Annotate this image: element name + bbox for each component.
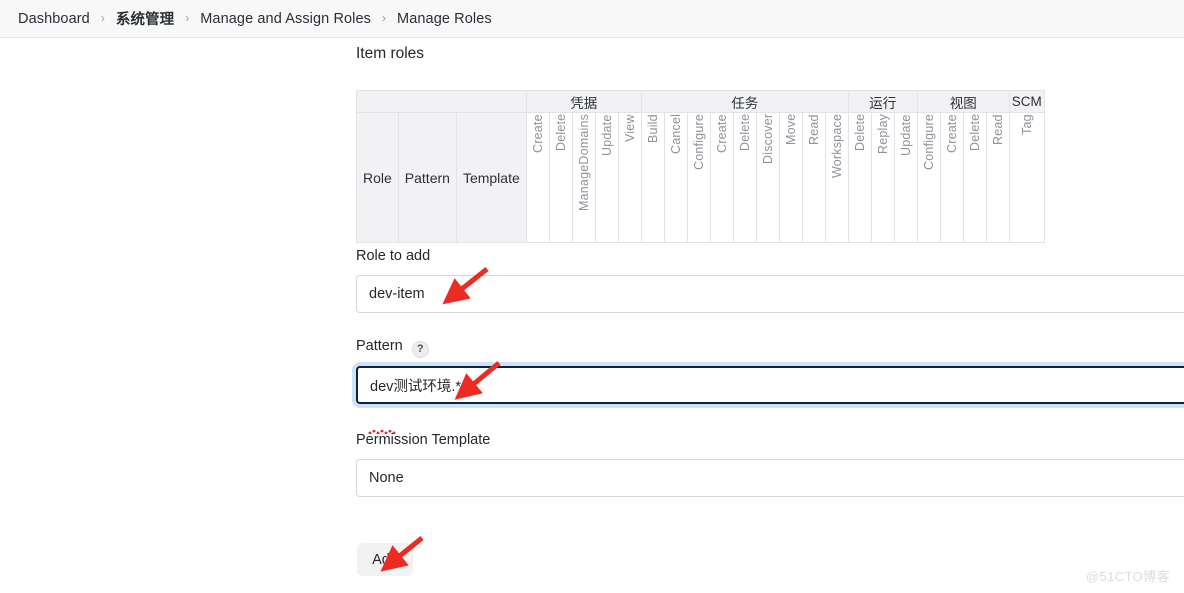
matrix-col-discover-10: Discover bbox=[755, 112, 780, 243]
matrix-column-header-row: Role Pattern Template Create Delete ManageDom… bbox=[356, 112, 1045, 243]
breadcrumb-item-dashboard[interactable]: Dashboard bbox=[18, 11, 90, 27]
matrix-col-label: Create bbox=[530, 114, 545, 153]
item-roles-matrix-table: 凭据 任务 运行 视图 SCM Role Pattern Template Create Del… bbox=[356, 90, 1045, 243]
matrix-col-delete-19: Delete bbox=[962, 112, 987, 243]
matrix-col-replay-15: Replay bbox=[870, 112, 895, 243]
matrix-col-managedomains-2: ManageDomains bbox=[571, 112, 596, 243]
matrix-col-tag-21: Tag bbox=[1008, 112, 1045, 243]
matrix-col-label: Tag bbox=[1019, 114, 1034, 135]
matrix-col-update-3: Update bbox=[594, 112, 619, 243]
matrix-col-pattern: Pattern bbox=[397, 112, 457, 243]
pattern-label-text: Pattern bbox=[356, 338, 403, 354]
breadcrumb-separator-icon: › bbox=[185, 10, 190, 25]
matrix-group-视图: 视图 bbox=[916, 90, 1010, 113]
permission-template-label: Permission Template bbox=[356, 432, 491, 448]
breadcrumb-separator-icon: › bbox=[382, 10, 387, 25]
matrix-col-view-4: View bbox=[617, 112, 642, 243]
watermark: @51CTO博客 bbox=[1085, 569, 1170, 584]
page-title: Item roles bbox=[356, 45, 425, 62]
matrix-group-任务: 任务 bbox=[640, 90, 849, 113]
matrix-group-header-row: 凭据 任务 运行 视图 SCM bbox=[356, 90, 1045, 113]
breadcrumb-item-manage-and-assign-roles[interactable]: Manage and Assign Roles bbox=[200, 11, 371, 27]
matrix-col-label: Read bbox=[806, 114, 821, 145]
matrix-col-label: Update bbox=[898, 114, 913, 156]
matrix-group-运行: 运行 bbox=[847, 90, 918, 113]
matrix-col-label: Delete bbox=[852, 114, 867, 152]
matrix-col-create-8: Create bbox=[709, 112, 734, 243]
breadcrumb-item-manage-roles[interactable]: Manage Roles bbox=[397, 11, 492, 27]
main-content: Item roles 凭据 任务 运行 视图 SCM Role Pattern Templa… bbox=[0, 38, 1184, 593]
matrix-col-label: Move bbox=[783, 114, 798, 146]
matrix-col-label: Delete bbox=[737, 114, 752, 152]
matrix-col-read-20: Read bbox=[985, 112, 1010, 243]
matrix-col-cancel-6: Cancel bbox=[663, 112, 688, 243]
matrix-col-label: ManageDomains bbox=[576, 114, 591, 212]
breadcrumb-item-system-management[interactable]: 系统管理 bbox=[116, 8, 174, 29]
matrix-col-create-0: Create bbox=[525, 112, 550, 243]
matrix-col-delete-14: Delete bbox=[847, 112, 872, 243]
add-button[interactable]: Add bbox=[357, 543, 413, 576]
matrix-col-create-18: Create bbox=[939, 112, 964, 243]
matrix-col-label: Update bbox=[599, 114, 614, 156]
matrix-col-label: Read bbox=[990, 114, 1005, 145]
pattern-input[interactable] bbox=[356, 366, 1184, 404]
matrix-col-label: Delete bbox=[553, 114, 568, 152]
permission-template-input[interactable] bbox=[356, 459, 1184, 497]
matrix-col-workspace-13: Workspace bbox=[824, 112, 849, 243]
matrix-col-read-12: Read bbox=[801, 112, 826, 243]
matrix-col-label: Build bbox=[645, 114, 660, 143]
matrix-col-label: View bbox=[622, 114, 637, 142]
breadcrumb-separator-icon: › bbox=[100, 10, 105, 25]
matrix-col-delete-9: Delete bbox=[732, 112, 757, 243]
matrix-col-label: Workspace bbox=[829, 114, 844, 179]
matrix-col-configure-7: Configure bbox=[686, 112, 711, 243]
breadcrumb: Dashboard › 系统管理 › Manage and Assign Rol… bbox=[0, 0, 1184, 38]
role-to-add-label: Role to add bbox=[356, 248, 431, 264]
matrix-col-label: Create bbox=[714, 114, 729, 153]
matrix-col-label: Replay bbox=[875, 114, 890, 155]
matrix-col-label: Create bbox=[944, 114, 959, 153]
matrix-col-template: Template bbox=[455, 112, 527, 243]
matrix-col-label: Delete bbox=[967, 114, 982, 152]
role-to-add-input[interactable] bbox=[356, 275, 1184, 313]
matrix-col-update-16: Update bbox=[893, 112, 918, 243]
matrix-col-label: Discover bbox=[760, 114, 775, 165]
question-mark-icon[interactable]: ? bbox=[411, 340, 429, 358]
matrix-group-SCM: SCM bbox=[1008, 90, 1045, 113]
pattern-label: Pattern? bbox=[356, 338, 429, 358]
matrix-col-build-5: Build bbox=[640, 112, 665, 243]
matrix-group-凭据: 凭据 bbox=[525, 90, 642, 113]
matrix-col-label: Cancel bbox=[668, 114, 683, 155]
matrix-group-blank bbox=[356, 90, 527, 113]
matrix-col-move-11: Move bbox=[778, 112, 803, 243]
matrix-col-label: Configure bbox=[691, 114, 706, 170]
matrix-col-role: Role bbox=[356, 112, 399, 243]
matrix-col-configure-17: Configure bbox=[916, 112, 941, 243]
matrix-col-delete-1: Delete bbox=[548, 112, 573, 243]
matrix-col-label: Configure bbox=[921, 114, 936, 170]
